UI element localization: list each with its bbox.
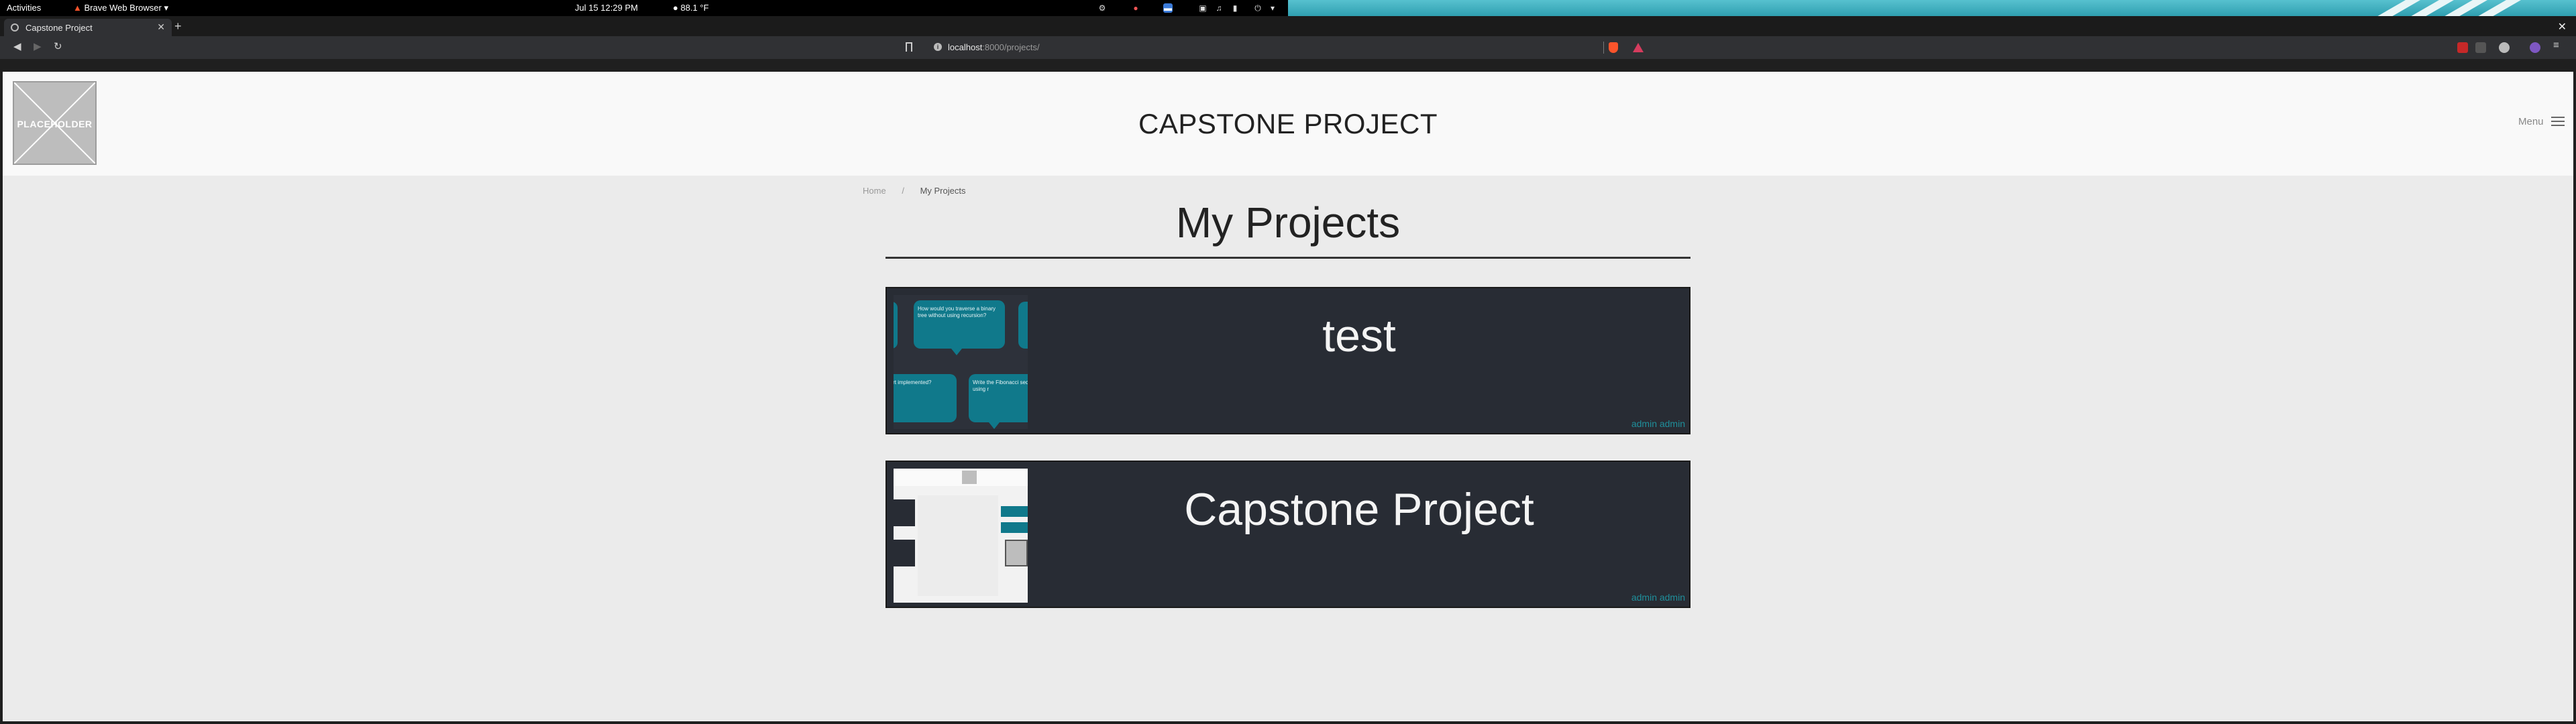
thumbnail-bubble: Is bubble sort implemented? [894,374,957,422]
project-title[interactable]: Capstone Project [1028,483,1690,536]
weather-icon: ● [673,3,678,13]
project-thumbnail[interactable]: How would you traverse a binary tree wit… [894,295,1028,429]
site-title: CAPSTONE PROJECT [1138,108,1438,139]
tab-capstone-project[interactable]: Capstone Project ✕ [4,19,172,36]
thumbnail-block [894,540,915,566]
breadcrumb-current: My Projects [920,186,966,196]
wallpaper-strip [1288,0,2576,16]
browser-toolbar: ◀ ▶ ↻ i localhost:8000/projects/ ≡ [0,36,2576,59]
project-card[interactable]: How would you traverse a binary tree wit… [885,287,1690,434]
app-menu[interactable]: ▲ Brave Web Browser ▾ [73,3,168,13]
globe-icon [11,23,19,32]
system-menu-chevron-icon[interactable]: ▾ [1268,3,1277,13]
weather-indicator[interactable]: ● 88.1 °F [673,3,709,13]
url-divider [1603,42,1604,54]
extension-icon[interactable] [2457,42,2468,53]
browser-menu-icon[interactable]: ≡ [2553,40,2559,51]
thumbnail-header [894,469,1028,486]
power-icon[interactable]: ⏻ [1253,3,1263,13]
url-host: localhost [948,42,983,52]
thumbnail-bubble [894,302,898,349]
hamburger-menu-icon[interactable] [2551,117,2565,127]
tab-strip: Capstone Project ✕ + ✕ [0,16,2576,36]
url-text[interactable]: localhost:8000/projects/ [948,42,1040,52]
page-viewport: PLACEHOLDER CAPSTONE PROJECT Menu Home /… [3,72,2573,721]
breadcrumb: Home / My Projects [863,186,965,196]
tray-app-icon[interactable]: ⚙ [1097,3,1107,13]
brave-rewards-icon[interactable] [1633,43,1644,52]
thumbnail-logo [962,471,977,484]
project-author[interactable]: admin admin [1631,418,1685,429]
thumbnail-bubble-text: How would you traverse a binary tree wit… [918,306,996,318]
brave-app-icon: ▲ [73,3,82,13]
reload-icon[interactable]: ↻ [54,42,62,52]
profile-avatar-icon[interactable] [2530,42,2540,53]
chevron-down-icon: ▾ [164,3,169,13]
project-card[interactable]: Capstone Project admin admin [885,461,1690,608]
weather-text: 88.1 °F [680,3,709,13]
system-top-bar: Activities ▲ Brave Web Browser ▾ Jul 15 … [0,0,2576,16]
thumbnail-block [894,499,915,526]
breadcrumb-separator: / [902,186,904,196]
window-close-icon[interactable]: ✕ [2558,20,2567,34]
thumbnail-chip [1001,522,1028,533]
tray-chat-icon[interactable]: ▬ [1163,3,1173,13]
volume-icon[interactable]: ♫ [1214,3,1224,13]
activities-button[interactable]: Activities [7,3,41,13]
settings-gear-icon[interactable] [2499,42,2510,53]
bookmark-icon[interactable] [906,42,912,52]
new-tab-icon[interactable]: + [174,20,182,32]
title-divider [885,257,1690,259]
thumbnail-bubble-text: Is bubble sort implemented? [894,379,932,385]
brave-shield-icon[interactable] [1609,42,1618,53]
thumbnail-bubble: How would you traverse a binary tree wit… [914,300,1005,355]
thumbnail-bubble-text: Write the Fibonacci sequence using r [973,379,1028,392]
page-title: My Projects [1175,198,1401,247]
thumbnail-bubble: Write the Fibonacci sequence using r [969,374,1028,429]
forward-icon[interactable]: ▶ [34,42,42,52]
thumbnail-bubble [1018,302,1028,349]
app-menu-label: Brave Web Browser [84,3,162,13]
tab-title: Capstone Project [25,23,93,33]
back-icon[interactable]: ◀ [13,42,21,52]
url-path: :8000/projects/ [982,42,1040,52]
project-title[interactable]: test [1028,310,1690,362]
project-thumbnail[interactable] [894,469,1028,603]
extension-puzzle-icon[interactable] [2475,42,2486,53]
clock[interactable]: Jul 15 12:29 PM [575,3,638,13]
thumbnail-chip [1001,506,1028,517]
thumbnail-image [1005,540,1028,566]
project-author[interactable]: admin admin [1631,592,1685,603]
site-info-icon[interactable]: i [934,43,942,51]
menu-button-label[interactable]: Menu [2518,116,2544,127]
breadcrumb-home-link[interactable]: Home [863,186,886,196]
tray-record-icon[interactable]: ● [1131,3,1140,13]
thumbnail-panel [918,495,998,596]
close-tab-icon[interactable]: ✕ [157,21,165,33]
site-header: PLACEHOLDER CAPSTONE PROJECT Menu [3,72,2573,176]
screen-icon[interactable]: ▣ [1198,3,1208,13]
battery-icon[interactable]: ▮ [1230,3,1240,13]
